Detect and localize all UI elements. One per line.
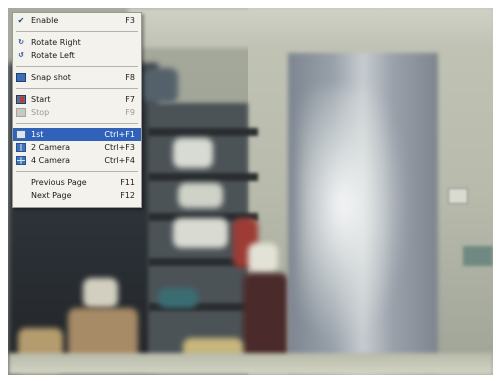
single-view-icon bbox=[16, 130, 26, 139]
check-icon: ✔ bbox=[17, 16, 25, 25]
menu-item-shortcut: Ctrl+F3 bbox=[104, 143, 135, 152]
menu-item-shortcut: F3 bbox=[125, 16, 135, 25]
menu-item-rotate-right[interactable]: ↻ Rotate Right bbox=[13, 36, 141, 49]
menu-item-shortcut: F8 bbox=[125, 73, 135, 82]
menu-item-rotate-left[interactable]: ↺ Rotate Left bbox=[13, 49, 141, 62]
camera-icon bbox=[16, 73, 26, 82]
record-stop-icon bbox=[16, 108, 26, 117]
menu-item-label: Stop bbox=[31, 108, 50, 117]
record-start-icon bbox=[16, 95, 26, 104]
menu-item-stop: Stop F9 bbox=[13, 106, 141, 119]
menu-item-label: Start bbox=[31, 95, 51, 104]
rotate-right-icon: ↻ bbox=[18, 38, 24, 46]
menu-item-1st[interactable]: 1st Ctrl+F1 bbox=[13, 128, 141, 141]
menu-item-label: 4 Camera bbox=[31, 156, 71, 165]
menu-item-label: Rotate Left bbox=[31, 51, 75, 60]
menu-item-label: Snap shot bbox=[31, 73, 71, 82]
menu-item-2-camera[interactable]: 2 Camera Ctrl+F3 bbox=[13, 141, 141, 154]
menu-item-shortcut: F11 bbox=[120, 178, 135, 187]
context-menu: ✔ Enable F3 ↻ Rotate Right ↺ Rotate Left… bbox=[12, 12, 142, 208]
rotate-left-icon: ↺ bbox=[18, 51, 24, 59]
menu-item-start[interactable]: Start F7 bbox=[13, 93, 141, 106]
menu-item-label: 2 Camera bbox=[31, 143, 71, 152]
menu-item-label: Next Page bbox=[31, 191, 72, 200]
menu-item-shortcut: F9 bbox=[125, 108, 135, 117]
menu-item-shortcut: Ctrl+F4 bbox=[104, 156, 135, 165]
menu-item-previous-page[interactable]: Previous Page F11 bbox=[13, 176, 141, 189]
menu-item-shortcut: F7 bbox=[125, 95, 135, 104]
menu-item-label: Enable bbox=[31, 16, 59, 25]
menu-item-enable[interactable]: ✔ Enable F3 bbox=[13, 14, 141, 27]
menu-item-snapshot[interactable]: Snap shot F8 bbox=[13, 71, 141, 84]
menu-item-label: Rotate Right bbox=[31, 38, 81, 47]
four-camera-view-icon bbox=[16, 156, 26, 165]
two-camera-view-icon bbox=[16, 143, 26, 152]
menu-item-next-page[interactable]: Next Page F12 bbox=[13, 189, 141, 202]
menu-item-shortcut: Ctrl+F1 bbox=[104, 130, 135, 139]
menu-separator bbox=[16, 123, 138, 124]
menu-separator bbox=[16, 171, 138, 172]
menu-item-label: Previous Page bbox=[31, 178, 87, 187]
menu-item-shortcut: F12 bbox=[120, 191, 135, 200]
menu-separator bbox=[16, 88, 138, 89]
menu-item-4-camera[interactable]: 4 Camera Ctrl+F4 bbox=[13, 154, 141, 167]
menu-separator bbox=[16, 31, 138, 32]
menu-separator bbox=[16, 66, 138, 67]
menu-item-label: 1st bbox=[31, 130, 44, 139]
